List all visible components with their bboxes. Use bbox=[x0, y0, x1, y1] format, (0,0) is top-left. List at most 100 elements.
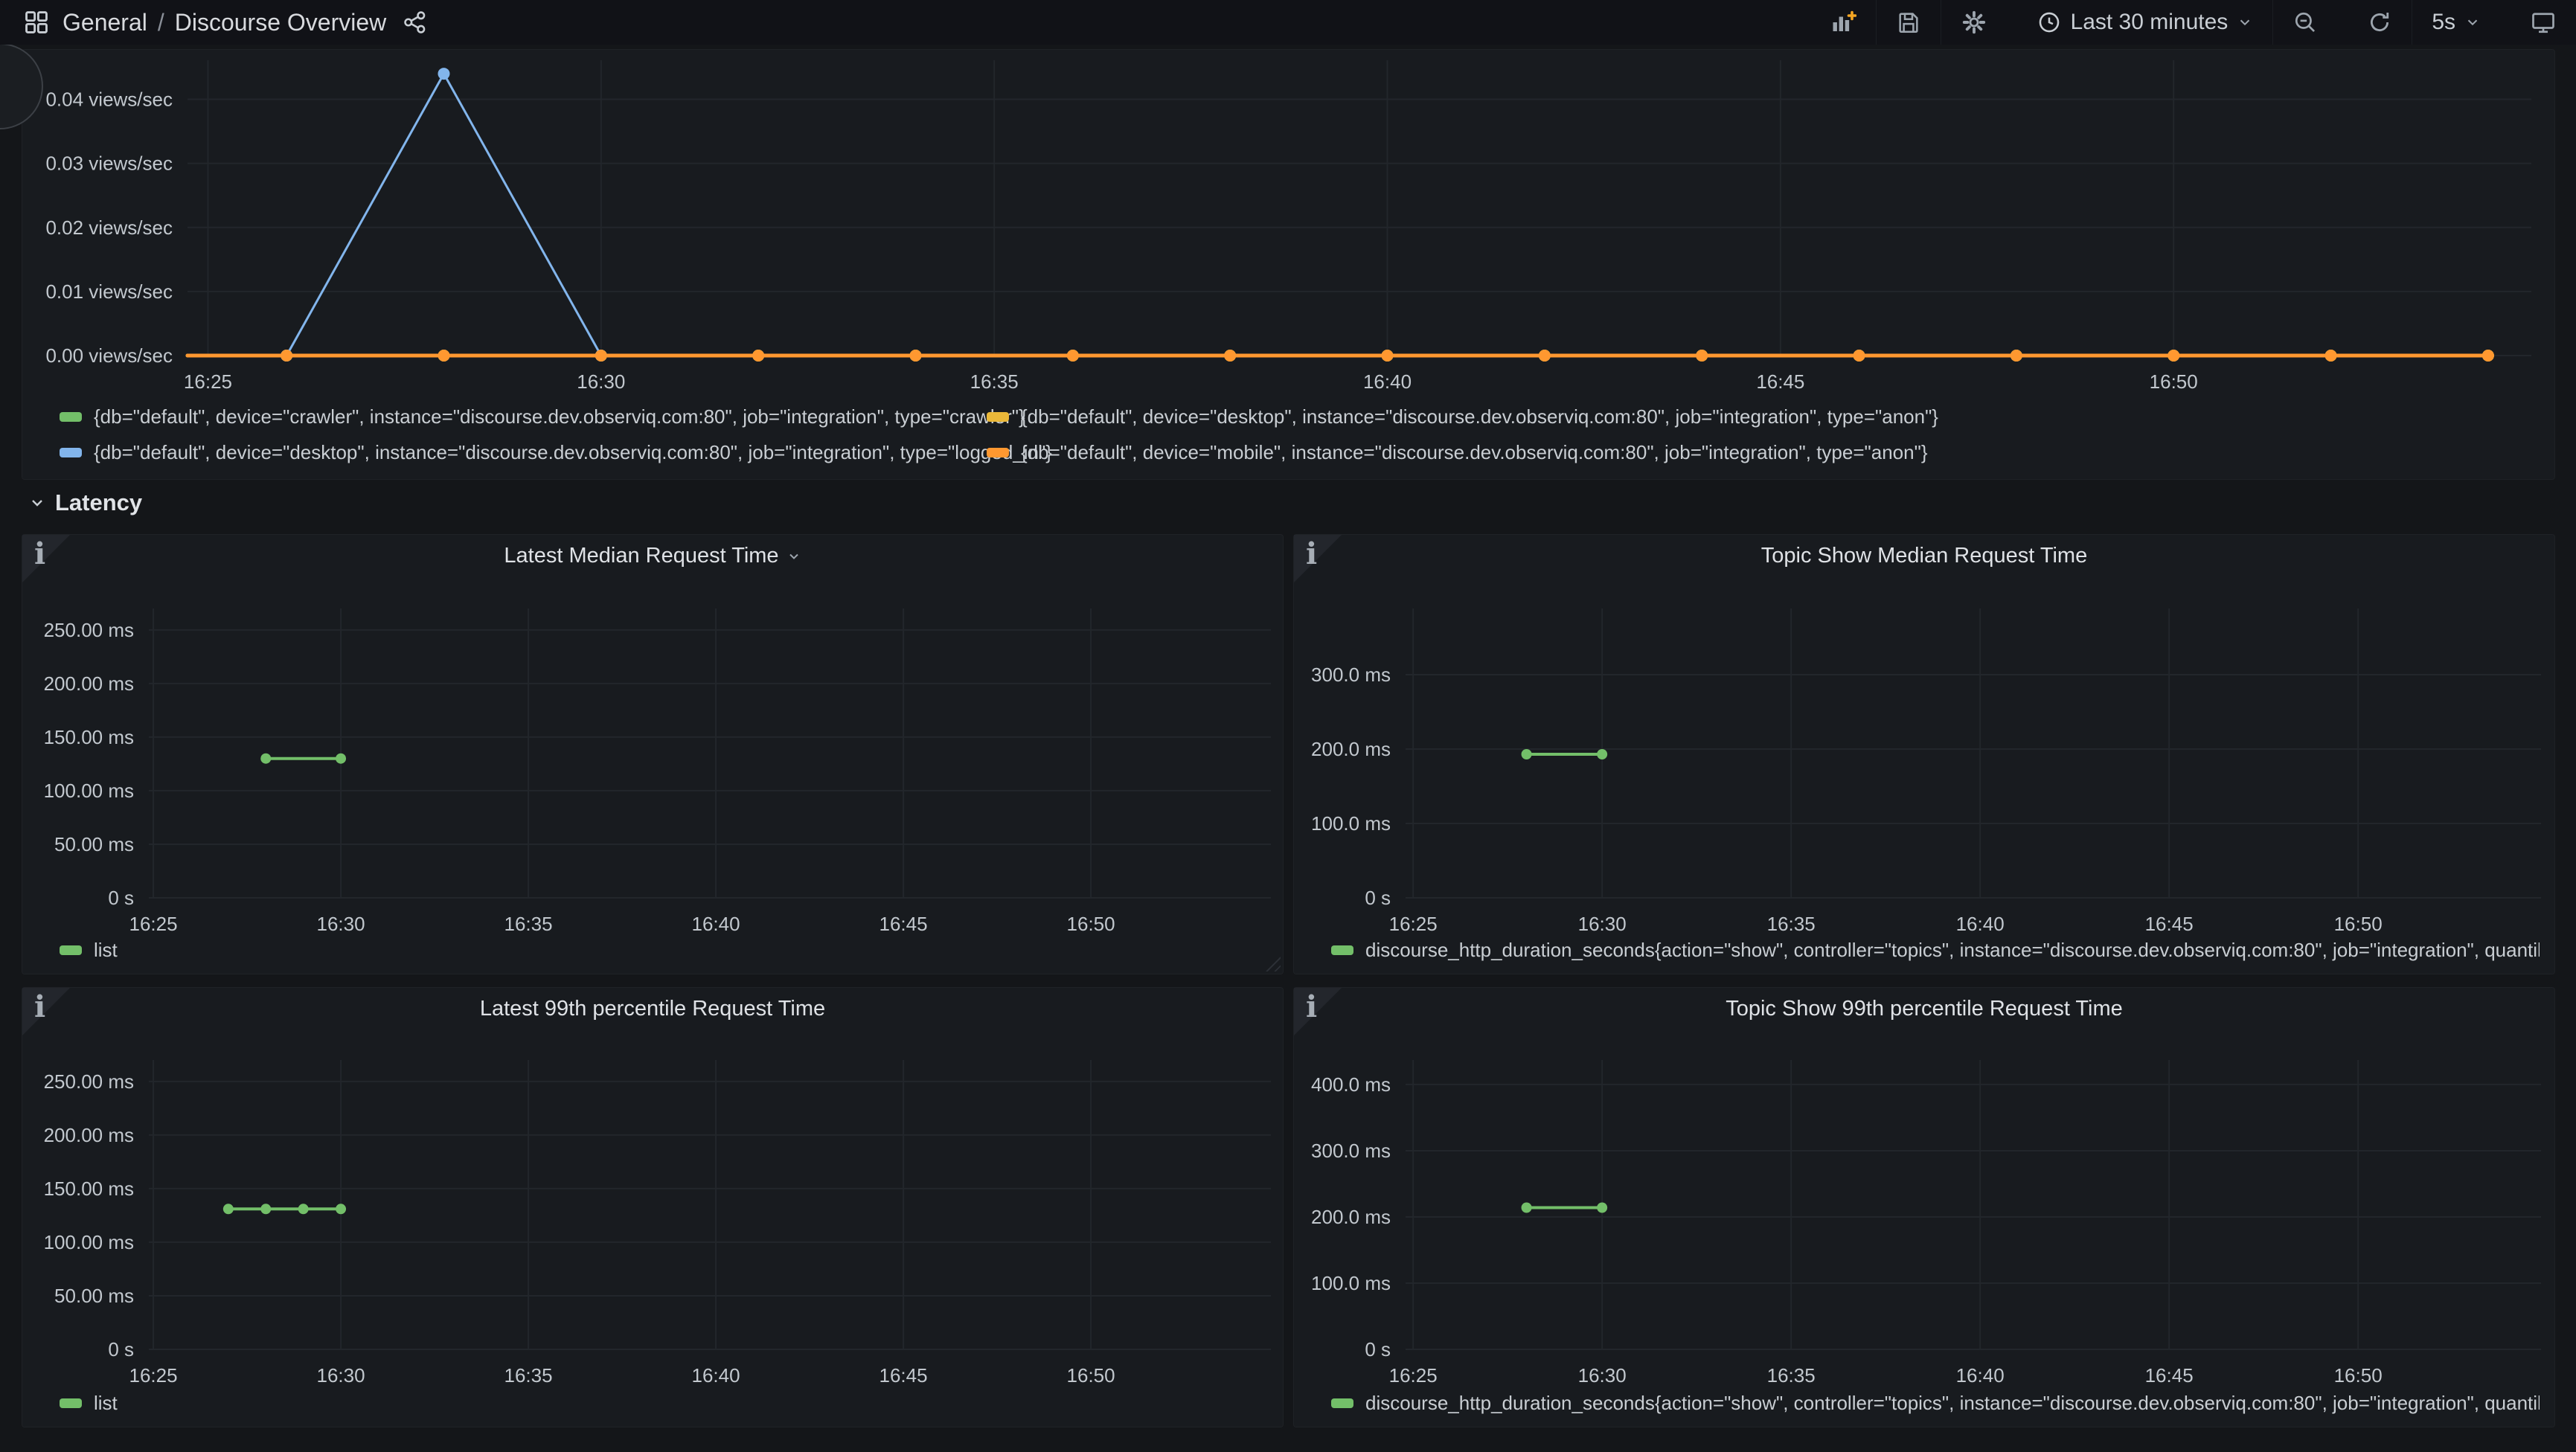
series-label[interactable]: discourse_http_duration_seconds{action="… bbox=[1365, 939, 2540, 962]
legend-item: {db="default", device="crawler", instanc… bbox=[60, 405, 987, 428]
grafana-dashboard: General / Discourse Overview bbox=[0, 0, 2576, 1452]
latency-section-header[interactable]: Latency bbox=[28, 489, 142, 516]
latest-99th-chart[interactable]: 16:2516:3016:3516:4016:4516:500 s50.00 m… bbox=[22, 988, 1284, 1393]
series-swatch[interactable] bbox=[1331, 1398, 1353, 1408]
svg-text:200.0 ms: 200.0 ms bbox=[1311, 1206, 1391, 1228]
panel-info-icon[interactable]: i bbox=[22, 988, 70, 1035]
series-swatch[interactable] bbox=[987, 412, 1009, 422]
breadcrumb-folder[interactable]: General bbox=[63, 9, 147, 36]
series-label[interactable]: {db="default", device="mobile", instance… bbox=[1021, 441, 1928, 464]
svg-text:16:45: 16:45 bbox=[880, 913, 928, 935]
save-dashboard-button[interactable] bbox=[1876, 0, 1941, 45]
panel-menu-caret-icon bbox=[786, 549, 801, 564]
breadcrumb-title[interactable]: Discourse Overview bbox=[175, 9, 387, 36]
panel-info-icon[interactable]: i bbox=[22, 535, 70, 582]
time-range-picker[interactable]: Last 30 minutes bbox=[2017, 0, 2273, 45]
svg-text:0.04 views/sec: 0.04 views/sec bbox=[45, 89, 173, 111]
svg-text:16:40: 16:40 bbox=[692, 913, 740, 935]
apps-grid-icon[interactable] bbox=[22, 8, 51, 36]
topic-show-median-chart[interactable]: 16:2516:3016:3516:4016:4516:500 s100.0 m… bbox=[1294, 535, 2556, 940]
section-title: Latency bbox=[55, 489, 142, 516]
svg-text:16:40: 16:40 bbox=[692, 1364, 740, 1387]
svg-text:100.0 ms: 100.0 ms bbox=[1311, 1272, 1391, 1294]
svg-text:200.00 ms: 200.00 ms bbox=[44, 1124, 134, 1146]
legend-item: {db="default", device="desktop", instanc… bbox=[60, 441, 987, 464]
series-swatch[interactable] bbox=[60, 945, 82, 955]
svg-text:16:45: 16:45 bbox=[1756, 370, 1804, 393]
series-swatch[interactable] bbox=[60, 412, 82, 422]
svg-text:0.03 views/sec: 0.03 views/sec bbox=[45, 152, 173, 175]
svg-text:0 s: 0 s bbox=[108, 887, 134, 909]
add-panel-icon bbox=[1830, 9, 1856, 36]
svg-text:0.00 views/sec: 0.00 views/sec bbox=[45, 344, 173, 367]
refresh-interval-picker[interactable]: 5s bbox=[2412, 0, 2500, 45]
panel-info-icon[interactable]: i bbox=[1294, 535, 1342, 582]
series-label[interactable]: list bbox=[94, 1392, 118, 1415]
svg-text:400.0 ms: 400.0 ms bbox=[1311, 1073, 1391, 1096]
svg-text:16:30: 16:30 bbox=[577, 370, 625, 393]
svg-text:16:50: 16:50 bbox=[1067, 1364, 1115, 1387]
svg-text:16:35: 16:35 bbox=[504, 1364, 553, 1387]
breadcrumb-separator: / bbox=[158, 9, 164, 36]
topic-show-99th-chart[interactable]: 16:2516:3016:3516:4016:4516:500 s100.0 m… bbox=[1294, 988, 2556, 1393]
svg-text:16:35: 16:35 bbox=[970, 370, 1019, 393]
share-icon[interactable] bbox=[403, 10, 428, 35]
panel-resize-handle[interactable] bbox=[1266, 957, 1281, 971]
svg-text:150.00 ms: 150.00 ms bbox=[44, 1178, 134, 1200]
page-views-legend: {db="default", device="crawler", instanc… bbox=[60, 405, 2540, 464]
page-views-panel: 16:2516:3016:3516:4016:4516:500.00 views… bbox=[22, 49, 2555, 480]
series-label[interactable]: list bbox=[94, 939, 118, 962]
series-label[interactable]: {db="default", device="desktop", instanc… bbox=[1021, 405, 1938, 428]
panel-legend: list bbox=[60, 1392, 1268, 1415]
panel-title[interactable]: Latest Median Request Time bbox=[22, 544, 1283, 568]
kiosk-mode-button[interactable] bbox=[2511, 0, 2576, 45]
latest-median-chart[interactable]: 16:2516:3016:3516:4016:4516:500 s50.00 m… bbox=[22, 535, 1284, 940]
svg-text:16:30: 16:30 bbox=[317, 1364, 365, 1387]
svg-text:50.00 ms: 50.00 ms bbox=[54, 833, 134, 855]
svg-text:16:30: 16:30 bbox=[1578, 913, 1627, 935]
chevron-down-icon bbox=[28, 494, 46, 512]
zoom-out-time-button[interactable] bbox=[2272, 0, 2337, 45]
dashboard-settings-button[interactable] bbox=[1941, 0, 2007, 45]
time-range-label: Last 30 minutes bbox=[2071, 10, 2229, 35]
svg-text:16:30: 16:30 bbox=[317, 913, 365, 935]
panel-legend: discourse_http_duration_seconds{action="… bbox=[1331, 1392, 2540, 1415]
svg-text:16:25: 16:25 bbox=[184, 370, 232, 393]
svg-text:16:50: 16:50 bbox=[2150, 370, 2198, 393]
svg-text:16:50: 16:50 bbox=[2334, 913, 2383, 935]
latest-99th-panel: i Latest 99th percentile Request Time 16… bbox=[22, 987, 1284, 1427]
save-icon bbox=[1896, 10, 1921, 35]
series-label[interactable]: {db="default", device="desktop", instanc… bbox=[94, 441, 1052, 464]
page-views-chart[interactable]: 16:2516:3016:3516:4016:4516:500.00 views… bbox=[22, 50, 2556, 399]
svg-text:16:50: 16:50 bbox=[1067, 913, 1115, 935]
svg-text:250.00 ms: 250.00 ms bbox=[44, 1070, 134, 1093]
svg-text:16:50: 16:50 bbox=[2334, 1364, 2383, 1387]
latest-median-panel: i Latest Median Request Time 16:2516:301… bbox=[22, 534, 1284, 974]
legend-item: {db="default", device="desktop", instanc… bbox=[987, 405, 2540, 428]
refresh-button[interactable] bbox=[2348, 0, 2412, 45]
svg-text:16:40: 16:40 bbox=[1956, 1364, 2005, 1387]
panel-title[interactable]: Topic Show 99th percentile Request Time bbox=[1294, 997, 2554, 1021]
svg-text:300.0 ms: 300.0 ms bbox=[1311, 1140, 1391, 1162]
add-panel-button[interactable] bbox=[1810, 0, 1876, 45]
series-swatch[interactable] bbox=[60, 448, 82, 457]
svg-text:300.0 ms: 300.0 ms bbox=[1311, 664, 1391, 686]
series-label[interactable]: {db="default", device="crawler", instanc… bbox=[94, 405, 1025, 428]
svg-text:0 s: 0 s bbox=[108, 1338, 134, 1361]
series-swatch[interactable] bbox=[1331, 945, 1353, 955]
series-swatch[interactable] bbox=[987, 448, 1009, 457]
monitor-icon bbox=[2530, 9, 2557, 36]
panel-info-icon[interactable]: i bbox=[1294, 988, 1342, 1035]
topic-show-99th-panel: i Topic Show 99th percentile Request Tim… bbox=[1293, 987, 2555, 1427]
svg-text:16:25: 16:25 bbox=[129, 1364, 178, 1387]
chevron-down-icon bbox=[2464, 14, 2481, 30]
svg-text:150.00 ms: 150.00 ms bbox=[44, 726, 134, 748]
svg-text:16:45: 16:45 bbox=[880, 1364, 928, 1387]
panel-title[interactable]: Topic Show Median Request Time bbox=[1294, 544, 2554, 568]
panel-title[interactable]: Latest 99th percentile Request Time bbox=[22, 997, 1283, 1021]
svg-text:100.00 ms: 100.00 ms bbox=[44, 1231, 134, 1253]
svg-text:200.00 ms: 200.00 ms bbox=[44, 672, 134, 695]
series-label[interactable]: discourse_http_duration_seconds{action="… bbox=[1365, 1392, 2540, 1415]
series-swatch[interactable] bbox=[60, 1398, 82, 1408]
svg-text:16:35: 16:35 bbox=[1767, 1364, 1816, 1387]
